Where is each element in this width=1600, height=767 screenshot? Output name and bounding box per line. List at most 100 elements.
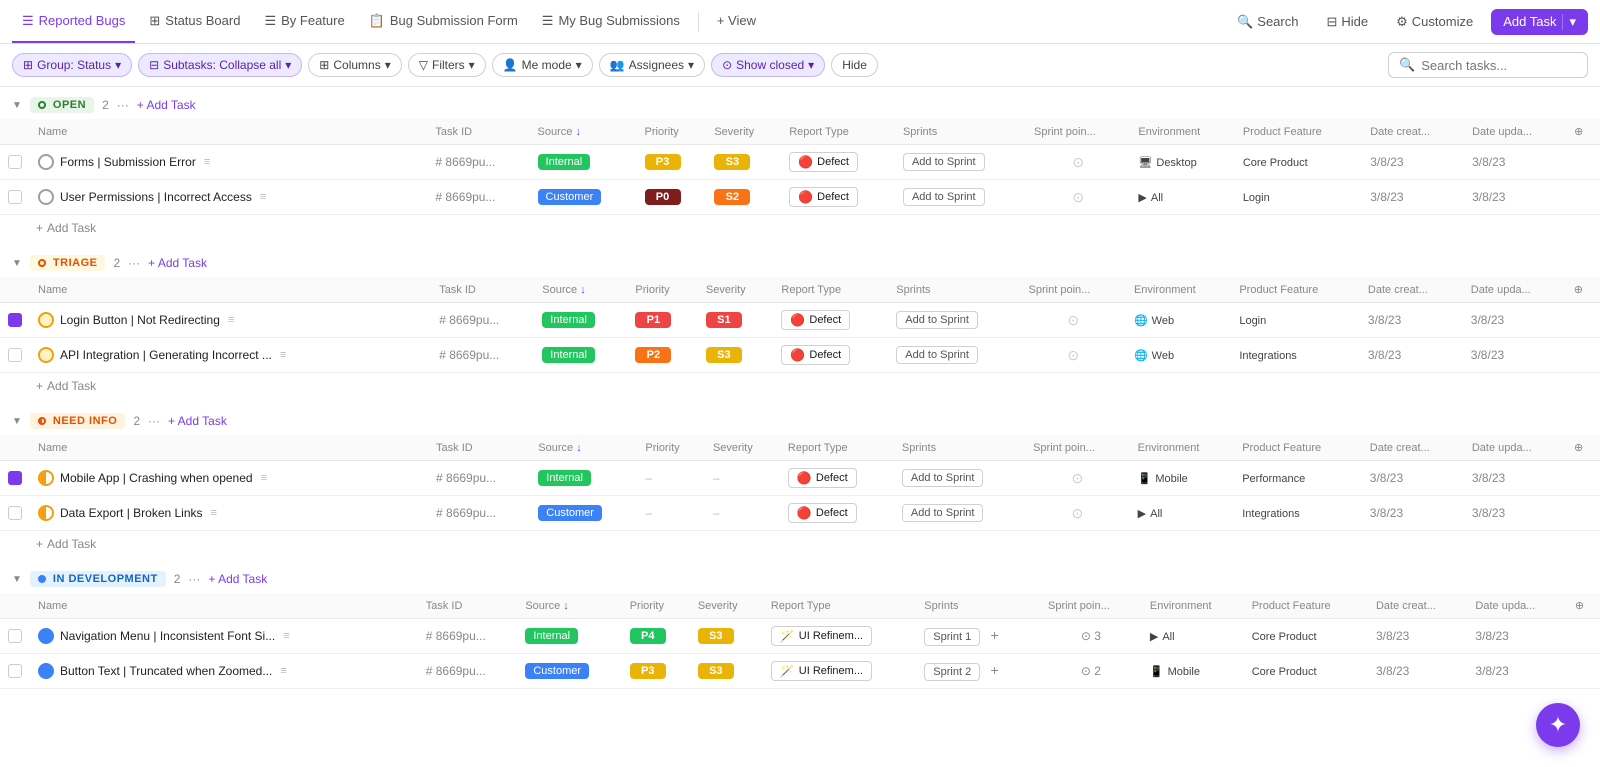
add-task-chevron[interactable]: ▾: [1562, 14, 1576, 30]
group-open-header[interactable]: ▼ OPEN 2 ··· + Add Task: [0, 87, 1600, 119]
col-dateupdated: Date upda...: [1467, 593, 1566, 619]
row-extra: [1566, 180, 1600, 215]
checkbox[interactable]: [8, 471, 22, 485]
checkbox[interactable]: [8, 190, 22, 204]
search-input[interactable]: [1421, 58, 1577, 73]
group-need-info-actions[interactable]: ···: [148, 414, 160, 428]
plus-icon: +: [36, 537, 43, 551]
task-name-text: Login Button | Not Redirecting: [60, 313, 220, 327]
table-header-in-development: Name Task ID Source ↓ Priority Severity …: [0, 593, 1600, 619]
table-row: Login Button | Not Redirecting ≡ # 8669p…: [0, 303, 1600, 338]
tab-my-bug-submissions[interactable]: ☰ My Bug Submissions: [532, 0, 690, 43]
columns-chip[interactable]: ⊞ Columns ▾: [308, 53, 401, 77]
row-checkbox[interactable]: [0, 461, 30, 496]
group-in-development-add[interactable]: + Add Task: [208, 572, 267, 586]
customize-button[interactable]: ⚙ Customize: [1386, 9, 1483, 35]
checkbox[interactable]: [8, 664, 22, 678]
group-need-info-header[interactable]: ▼ NEED INFO 2 ··· + Add Task: [0, 403, 1600, 435]
row-checkbox[interactable]: [0, 180, 30, 215]
collapse-triage-icon[interactable]: ▼: [12, 258, 22, 269]
hide-button[interactable]: ⊟ Hide: [1316, 9, 1378, 35]
show-closed-chip[interactable]: ⊙ Show closed ▾: [711, 53, 825, 77]
row-checkbox[interactable]: [0, 145, 30, 180]
tab-status-board[interactable]: ⊞ Status Board: [139, 0, 250, 43]
group-triage-header[interactable]: ▼ TRIAGE 2 ··· + Add Task: [0, 245, 1600, 277]
add-to-sprint-button[interactable]: Add to Sprint: [902, 504, 984, 522]
tab-reported-bugs-label: Reported Bugs: [39, 13, 126, 28]
group-in-development-count: 2: [174, 572, 181, 586]
add-task-link-open[interactable]: + Add Task: [36, 221, 1588, 235]
group-open-actions[interactable]: ···: [117, 98, 129, 112]
tab-reported-bugs[interactable]: ☰ Reported Bugs: [12, 0, 135, 43]
add-to-sprint-button[interactable]: Add to Sprint: [896, 346, 978, 364]
group-in-development-actions[interactable]: ···: [188, 572, 200, 586]
hide-toolbar-button[interactable]: Hide: [831, 53, 878, 77]
group-open-add[interactable]: + Add Task: [137, 98, 196, 112]
collapse-in-development-icon[interactable]: ▼: [12, 574, 22, 585]
add-to-sprint-button[interactable]: Add to Sprint: [902, 469, 984, 487]
col-taskid: Task ID: [427, 119, 529, 145]
filters-chip[interactable]: ▽ Filters ▾: [408, 53, 486, 77]
row-source: Internal: [517, 619, 621, 654]
me-mode-chip[interactable]: 👤 Me mode ▾: [492, 53, 593, 77]
row-checkbox[interactable]: [0, 303, 30, 338]
add-task-link-label: Add Task: [47, 221, 96, 235]
add-to-sprint-button[interactable]: Add to Sprint: [896, 311, 978, 329]
add-task-link-needinfo[interactable]: + Add Task: [36, 537, 1588, 551]
add-to-sprint-button[interactable]: Add to Sprint: [903, 153, 985, 171]
group-need-info-add[interactable]: + Add Task: [168, 414, 227, 428]
col-severity: Severity: [706, 119, 781, 145]
add-sprint-plus-button[interactable]: +: [987, 662, 1003, 678]
row-source: Internal: [530, 461, 637, 496]
collapse-need-info-icon[interactable]: ▼: [12, 416, 22, 427]
row-sprints[interactable]: Add to Sprint: [888, 338, 1020, 373]
add-task-button[interactable]: Add Task ▾: [1491, 9, 1588, 35]
subtasks-chip[interactable]: ⊟ Subtasks: Collapse all ▾: [138, 53, 302, 77]
col-add[interactable]: ⊕: [1567, 593, 1600, 619]
add-task-link-triage[interactable]: + Add Task: [36, 379, 1588, 393]
report-icon: 🔴: [798, 155, 813, 169]
assignees-chip[interactable]: 👥 Assignees ▾: [599, 53, 705, 77]
tab-add-view[interactable]: + View: [707, 0, 766, 43]
row-priority: P0: [637, 180, 707, 215]
tab-bug-submission-form[interactable]: 📋 Bug Submission Form: [359, 0, 528, 43]
checkbox[interactable]: [8, 506, 22, 520]
add-to-sprint-button[interactable]: Add to Sprint: [903, 188, 985, 206]
group-in-development-header[interactable]: ▼ IN DEVELOPMENT 2 ··· + Add Task: [0, 561, 1600, 593]
fab-button[interactable]: ✦: [1536, 703, 1580, 747]
row-sprints[interactable]: Sprint 1 +: [916, 619, 1040, 654]
group-triage-actions[interactable]: ···: [128, 256, 140, 270]
mobile-icon: 📱: [1138, 472, 1152, 485]
col-environment: Environment: [1142, 593, 1244, 619]
checkbox[interactable]: [8, 313, 22, 327]
search-box-icon: 🔍: [1399, 57, 1415, 73]
all-icon: ▶: [1150, 630, 1158, 643]
environment-cell: 🌐 Web: [1134, 314, 1174, 327]
row-sprints[interactable]: Add to Sprint: [895, 180, 1026, 215]
task-lines-icon: ≡: [280, 665, 286, 677]
search-button[interactable]: 🔍 Search: [1227, 9, 1308, 35]
checkbox[interactable]: [8, 629, 22, 643]
row-checkbox[interactable]: [0, 496, 30, 531]
row-checkbox[interactable]: [0, 338, 30, 373]
col-add[interactable]: ⊕: [1566, 435, 1600, 461]
collapse-open-icon[interactable]: ▼: [12, 100, 22, 111]
checkbox[interactable]: [8, 155, 22, 169]
row-sprints[interactable]: Sprint 2 +: [916, 654, 1040, 689]
group-triage-add[interactable]: + Add Task: [148, 256, 207, 270]
col-add[interactable]: ⊕: [1566, 119, 1600, 145]
row-sprints[interactable]: Add to Sprint: [894, 496, 1025, 531]
add-sprint-plus-button[interactable]: +: [987, 627, 1003, 643]
row-sprints[interactable]: Add to Sprint: [888, 303, 1020, 338]
row-sprints[interactable]: Add to Sprint: [895, 145, 1026, 180]
row-sprintpoints: ⊙: [1021, 338, 1126, 373]
row-checkbox[interactable]: [0, 654, 30, 689]
search-box[interactable]: 🔍: [1388, 52, 1588, 78]
checkbox[interactable]: [8, 348, 22, 362]
col-add[interactable]: ⊕: [1566, 277, 1600, 303]
group-status-chip[interactable]: ⊞ Group: Status ▾: [12, 53, 132, 77]
row-sprints[interactable]: Add to Sprint: [894, 461, 1025, 496]
row-severity: S2: [706, 180, 781, 215]
tab-by-feature[interactable]: ☰ By Feature: [254, 0, 354, 43]
row-checkbox[interactable]: [0, 619, 30, 654]
